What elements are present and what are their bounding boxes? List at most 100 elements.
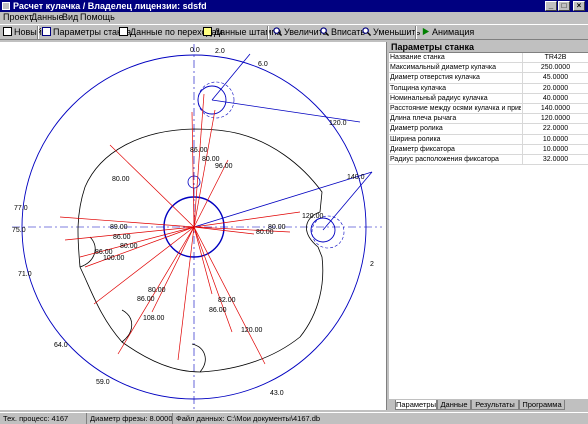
param-value[interactable]: 250.0000	[522, 63, 588, 74]
maximize-button[interactable]: □	[558, 1, 570, 11]
param-row[interactable]: Расстояние между осями кулачка и приво..…	[389, 103, 588, 115]
cam-notch	[121, 309, 133, 343]
toolbar: Новый Параметры станка Данные по переход…	[0, 24, 588, 40]
status-cutter: Диаметр фрезы: 8.0000	[86, 413, 172, 424]
param-name: Радиус расположения фиксатора	[390, 155, 499, 163]
tab-data[interactable]: Данные	[437, 400, 471, 410]
angle-label: 6.0	[258, 61, 268, 68]
angle-label: 43.0	[270, 390, 284, 397]
dimension-label: 100.00	[103, 255, 125, 262]
dimension-label: 120.00	[302, 213, 324, 220]
tab-parameters[interactable]: Параметры	[395, 400, 437, 410]
angle-label: 71.0	[18, 271, 32, 278]
param-name: Номинальный радиус кулачка	[390, 94, 488, 102]
minimize-button[interactable]: _	[545, 1, 557, 11]
menu-view[interactable]: Вид	[62, 12, 78, 23]
close-button[interactable]: ×	[573, 1, 585, 11]
status-process: Тех. процесс: 4167	[3, 414, 69, 423]
param-name: Длина плеча рычага	[390, 115, 457, 123]
stamp-data-label: Данные штампа	[214, 27, 282, 37]
angle-label: 77.0	[14, 205, 28, 212]
param-row[interactable]: Диаметр фиксатора 10.0000	[389, 144, 588, 155]
param-name: Название станка	[390, 54, 445, 61]
param-value[interactable]: 40.0000	[522, 93, 588, 104]
toolbar-separator	[415, 26, 417, 39]
app-icon[interactable]	[2, 2, 10, 10]
cam-notch	[79, 236, 96, 268]
param-row[interactable]: Толщина кулачка 20.0000	[389, 83, 588, 94]
lever-arm	[193, 171, 373, 228]
param-value[interactable]: 10.0000	[522, 134, 588, 145]
zoom-out-icon	[362, 27, 371, 36]
param-row[interactable]: Диаметр отверстия кулачка 45.0000	[389, 73, 588, 84]
menu-help[interactable]: Помощь	[80, 12, 115, 23]
panel-tabs: Параметры Данные Результаты Программа	[389, 400, 588, 410]
angle-label: 2	[370, 261, 374, 268]
title-bar: Расчет кулачка / Владелец лицензии: sdsf…	[0, 0, 588, 12]
param-value[interactable]: 120.0000	[522, 114, 588, 125]
new-document-icon	[3, 27, 12, 36]
dimension-label: 120.00	[241, 327, 263, 334]
param-row[interactable]: Длина плеча рычага 120.0000	[389, 114, 588, 125]
machine-params-button[interactable]: Параметры станка	[42, 26, 131, 39]
play-icon	[422, 27, 430, 36]
tab-results[interactable]: Результаты	[471, 400, 519, 410]
stamp-data-button[interactable]: Данные штампа	[203, 26, 281, 39]
dimension-label: 80.00	[148, 287, 166, 294]
cam-drawing: 0.0 2.0 6.0 120.0 140.0 2 77.0 75.0 71.0…	[12, 44, 382, 410]
dimension-label: 82.00	[218, 297, 236, 304]
param-value[interactable]: 140.0000	[522, 103, 588, 114]
toolbar-separator	[267, 26, 269, 39]
animation-label: Анимация	[432, 27, 475, 37]
animation-button[interactable]: Анимация	[421, 26, 474, 39]
dimension-label: 96.00	[215, 163, 233, 170]
zoom-out-button[interactable]: Уменьшить	[362, 26, 420, 39]
angle-label: 0.0	[190, 47, 200, 54]
param-row[interactable]: Название станка TR42B	[389, 53, 588, 64]
status-file: Файл данных: C:\Мои документы\4167.db	[172, 413, 588, 424]
param-name: Ширина ролика	[390, 135, 441, 143]
grid-icon	[119, 27, 128, 36]
param-name: Диаметр фиксатора	[390, 145, 455, 153]
param-value[interactable]: 22.0000	[522, 124, 588, 135]
menu-project[interactable]: Проект	[3, 12, 33, 23]
param-name: Максимальный диаметр кулачка	[390, 64, 497, 72]
dimension-label: 86.00	[113, 234, 131, 241]
param-row[interactable]: Диаметр ролика 22.0000	[389, 124, 588, 135]
dimension-label: 80.00	[120, 243, 138, 250]
dimension-label: 89.00	[110, 224, 128, 231]
zoom-in-icon	[273, 27, 282, 36]
table-icon	[42, 27, 51, 36]
cam-drawing-canvas[interactable]: 0.0 2.0 6.0 120.0 140.0 2 77.0 75.0 71.0…	[0, 42, 387, 410]
stamp-icon	[203, 27, 212, 36]
new-button[interactable]: Новый	[3, 26, 42, 39]
fit-button[interactable]: Вписать	[320, 26, 365, 39]
menu-data[interactable]: Данные	[31, 12, 64, 23]
right-roller-path	[311, 215, 345, 249]
param-row[interactable]: Максимальный диаметр кулачка 250.0000	[389, 63, 588, 74]
param-value[interactable]: 10.0000	[522, 144, 588, 155]
angle-label: 2.0	[215, 48, 225, 55]
angle-label: 75.0	[12, 227, 26, 234]
param-value[interactable]: 32.0000	[522, 154, 588, 165]
window-title: Расчет кулачка / Владелец лицензии: sdsf…	[13, 1, 207, 11]
angle-label: 120.0	[329, 120, 347, 127]
menu-bar: Проект Данные Вид Помощь	[0, 12, 588, 23]
param-row[interactable]: Номинальный радиус кулачка 40.0000	[389, 93, 588, 104]
dimension-label: 80.00	[256, 229, 274, 236]
param-value[interactable]: TR42B	[522, 53, 588, 63]
angle-label: 59.0	[96, 379, 110, 386]
zoom-out-label: Уменьшить	[373, 27, 421, 37]
param-value[interactable]: 45.0000	[522, 73, 588, 84]
fit-icon	[320, 27, 329, 36]
param-row[interactable]: Радиус расположения фиксатора 32.0000	[389, 154, 588, 166]
param-name: Толщина кулачка	[390, 84, 446, 92]
dimension-label: 80.00	[202, 156, 220, 163]
param-row[interactable]: Ширина ролика 10.0000	[389, 134, 588, 145]
tab-program[interactable]: Программа	[519, 400, 565, 410]
param-value[interactable]: 20.0000	[522, 83, 588, 94]
dimension-label: 80.00	[112, 176, 130, 183]
dimension-label: 86.00	[190, 147, 208, 154]
parameters-table: Название станка TR42B Максимальный диаметр…	[389, 53, 588, 166]
lever-arm	[211, 99, 361, 123]
